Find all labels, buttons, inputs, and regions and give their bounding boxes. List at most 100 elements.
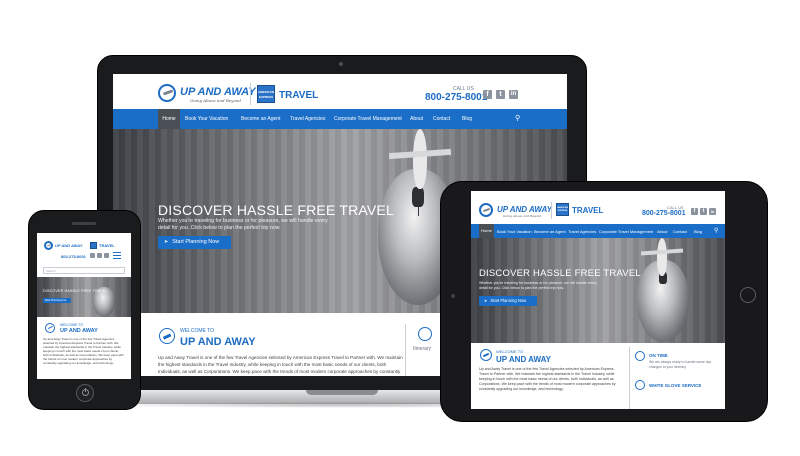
laptop-notch [306,390,378,395]
phone-welcome-title: UP AND AWAY [60,328,98,334]
tablet-hero: DISCOVER HASSLE FREE TRAVEL Whether you'… [471,238,725,343]
phone-travel-label: TRAVEL [99,243,115,248]
tablet-hero-subtitle: Whether you're traveling for business or… [479,281,597,290]
phone-start-planning-button[interactable]: Start Planning Now [43,298,71,303]
phone-speaker [72,222,96,225]
itinerary-label: Itinerary [413,346,432,352]
welcome-body: Up and Away Travel is one of the few Tra… [158,355,403,374]
tablet-nav-agencies[interactable]: Travel Agencies [568,229,596,234]
phone-hero-texture [37,277,131,317]
tablet-twitter-icon[interactable]: t [700,208,707,215]
tablet-facebook-icon[interactable]: f [691,208,698,215]
phone-twitter-icon[interactable] [97,253,102,258]
main-nav: Home Book Your Vacation Become an Agent … [113,109,567,129]
hero-plane-image [413,129,427,189]
linkedin-icon[interactable]: in [509,90,518,99]
tablet-camera [451,294,455,298]
feature-on-time-title: ON TIME [649,353,668,358]
glove-icon [635,380,645,390]
phone-welcome-body: Up and Away Travel is one of the few Tra… [43,337,124,365]
hero-title: DISCOVER HASSLE FREE TRAVEL [158,202,394,218]
tablet-travel-label: TRAVEL [572,206,604,215]
tablet-logo-text[interactable]: UP AND AWAY [497,205,552,214]
welcome-label: WELCOME TO [180,328,214,334]
nav-become-agent[interactable]: Become an Agent [241,116,280,122]
tablet-welcome-title: UP AND AWAY [496,355,551,364]
logo-icon[interactable] [158,84,176,102]
hamburger-menu-icon[interactable] [113,252,121,259]
tablet-linkedin-icon[interactable]: in [709,208,716,215]
phone-logo-icon[interactable] [44,241,53,250]
phone-logo-text[interactable]: UP AND AWAY [55,243,82,248]
mouse-wheel [412,187,424,207]
tablet-nav-corporate[interactable]: Corporate Travel Management [599,229,653,234]
tablet-plane-image [657,238,667,276]
clock-icon [635,351,645,361]
tablet-amex-logo: AMERICAN EXPRESS [556,203,569,216]
tablet-home-button [740,287,756,303]
phone-number[interactable]: 800-275-8001 [425,92,487,103]
tablet-nav: Home Book Your Vacation Become an Agent … [471,224,725,238]
phone-welcome-label: WELCOME TO [60,323,84,327]
tablet-logo-icon[interactable] [479,203,493,217]
phone-search-placeholder: Search [46,269,56,273]
phone-hero: DISCOVER HASSLE FREE TRAVEL Start Planni… [37,277,131,317]
nav-blog[interactable]: Blog [462,116,472,122]
site-header: UP AND AWAY Going Above and Beyond AMERI… [113,74,567,110]
nav-home[interactable]: Home [158,109,180,129]
search-icon[interactable]: ⚲ [515,114,520,122]
tablet-start-planning-label: Start Planning Now [490,298,527,303]
phone-welcome-icon [45,323,55,333]
phone-start-planning-label: Start Planning Now [45,299,67,302]
tablet-send-icon: ➤ [484,298,488,303]
hero-subtitle: Whether you're traveling for business or… [158,218,328,231]
phone-facebook-icon[interactable] [90,253,95,258]
phone-amex-logo [90,242,97,249]
tablet-nav-book[interactable]: Book Your Vacation [497,229,532,234]
itinerary-icon[interactable] [418,327,432,341]
phone-phone-number[interactable]: 800-275-8001 [61,254,86,259]
feature-on-time-text: We are always ready to handle same day c… [649,360,712,369]
tablet-content-divider [629,347,630,409]
tablet-welcome-body: Up and Away Travel is one of the few Tra… [479,367,616,391]
start-planning-label: Start Planning Now [172,239,220,245]
phone-header: UP AND AWAY TRAVEL 800-275-8001 [37,233,131,263]
tablet-nav-blog[interactable]: Blog [694,229,702,234]
phone-search-bar[interactable]: Search [43,267,125,274]
nav-contact[interactable]: Contact [433,116,450,122]
nav-corporate-travel[interactable]: Corporate Travel Management [334,116,402,122]
tablet-welcome-label: WELCOME TO [496,349,524,354]
tablet-welcome-icon [480,349,492,361]
nav-about[interactable]: About [410,116,423,122]
tablet-nav-about[interactable]: About [657,229,667,234]
tablet-nav-contact[interactable]: Contact [673,229,687,234]
amex-logo: AMERICAN EXPRESS [257,85,275,103]
tablet-start-planning-button[interactable]: ➤ Start Planning Now [479,296,537,306]
nav-travel-agencies[interactable]: Travel Agencies [290,116,325,122]
feature-white-glove-title: WHITE GLOVE SERVICE [649,383,702,388]
tablet-website: UP AND AWAY Going Above and Beyond AMERI… [471,191,725,409]
tablet-nav-home[interactable]: Home [479,224,494,238]
facebook-icon[interactable]: f [483,90,492,99]
logo-text[interactable]: UP AND AWAY [180,86,256,98]
logo-tagline: Going Above and Beyond [190,98,241,103]
start-planning-button[interactable]: ➤ Start Planning Now [158,236,231,249]
tablet-hero-title: DISCOVER HASSLE FREE TRAVEL [479,268,641,279]
welcome-plane-icon [159,328,175,344]
twitter-icon[interactable]: t [496,90,505,99]
phone-linkedin-icon[interactable] [104,253,109,258]
power-icon [82,388,89,396]
tablet-nav-agent[interactable]: Become an Agent [534,229,566,234]
tablet-logo-tagline: Going Above and Beyond [503,214,542,218]
nav-book-vacation[interactable]: Book Your Vacation [185,116,228,122]
hamburger-middle-bar [113,255,121,256]
tablet-search-icon[interactable]: ⚲ [714,227,718,234]
phone-hero-title: DISCOVER HASSLE FREE TRAVEL [43,289,108,293]
tablet-header-divider [551,202,552,219]
laptop-camera [339,62,343,66]
content-divider [405,324,406,376]
header-divider [250,83,251,105]
welcome-title: UP AND AWAY [180,336,256,348]
tablet-phone[interactable]: 800-275-8001 [642,210,686,217]
travel-label: TRAVEL [279,90,319,101]
